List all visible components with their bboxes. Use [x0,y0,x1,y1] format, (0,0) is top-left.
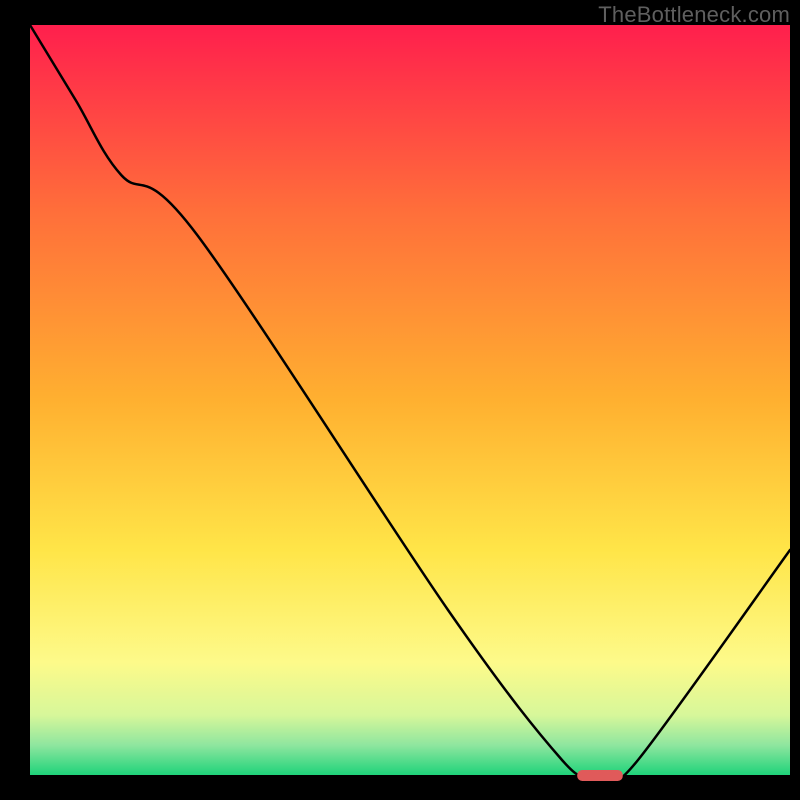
watermark-text: TheBottleneck.com [598,2,790,28]
optimal-marker [577,770,623,781]
chart-frame: { "watermark": "TheBottleneck.com", "cha… [0,0,800,800]
bottleneck-chart [0,0,800,800]
plot-background [30,25,790,775]
